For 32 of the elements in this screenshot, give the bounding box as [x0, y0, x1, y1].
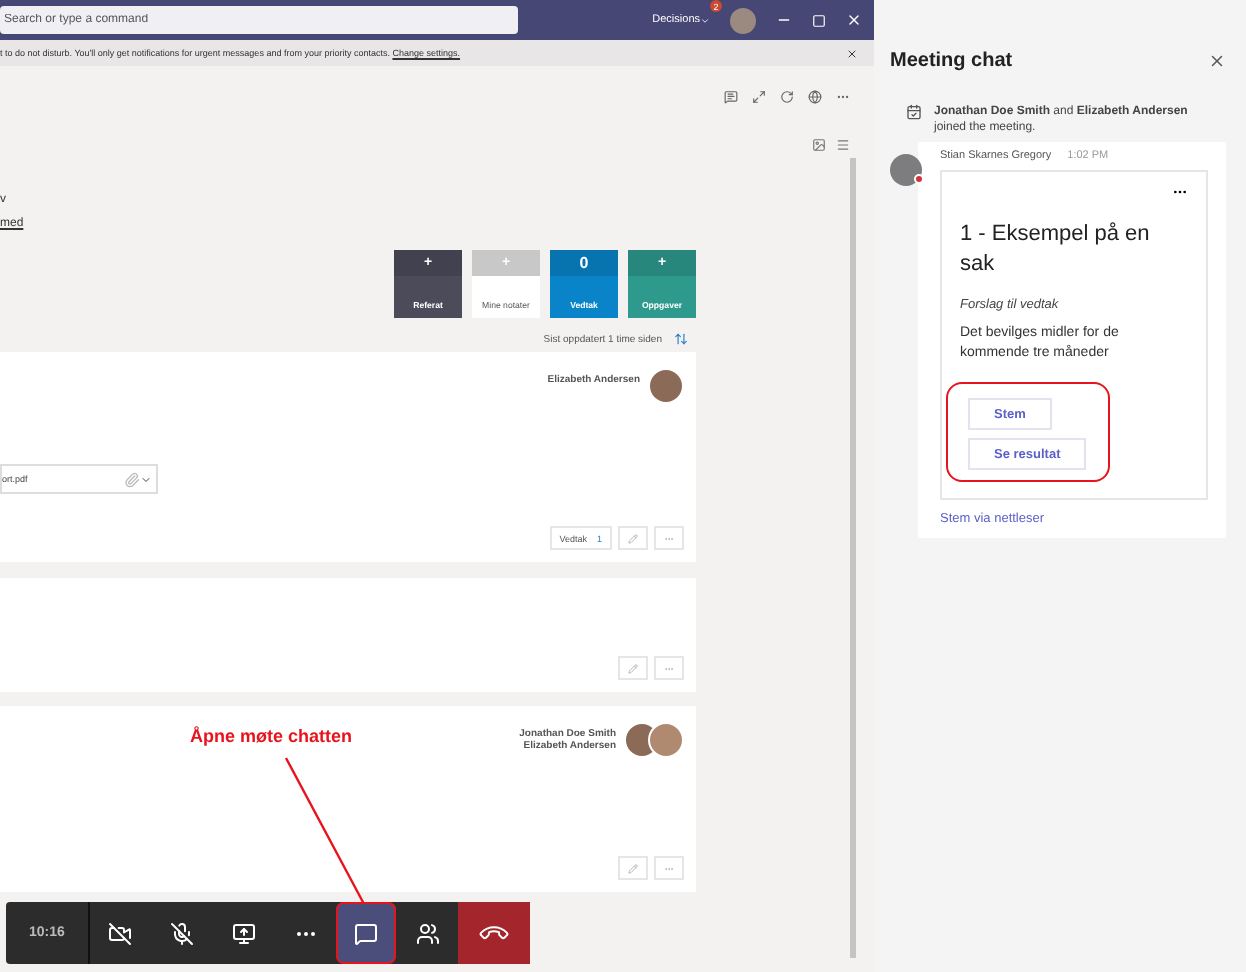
user-avatar[interactable]: [730, 7, 756, 33]
chevron-icon: [140, 473, 152, 485]
avatar: [648, 368, 684, 404]
hang-up-button[interactable]: [458, 902, 530, 964]
sender-avatar: [890, 153, 922, 186]
chat-icon: [354, 921, 379, 945]
pencil-icon: [628, 663, 638, 673]
share-icon: [232, 921, 257, 945]
globe-icon[interactable]: [808, 89, 822, 103]
sort-icon[interactable]: [674, 332, 688, 346]
close-icon[interactable]: [1208, 52, 1226, 70]
annotation-label: Åpne møte chatten: [190, 726, 353, 746]
mic-off-icon: [170, 921, 195, 945]
people-icon: [415, 921, 440, 945]
chat-title: Meeting chat: [890, 50, 1013, 72]
chevron-icon: [700, 15, 710, 25]
chat-button[interactable]: [336, 902, 397, 964]
close-icon[interactable]: [846, 47, 858, 59]
avatar: [648, 722, 684, 758]
card-title: 1 - Eksempel på en sak: [960, 219, 1152, 279]
expand-icon[interactable]: [752, 89, 766, 103]
image-icon[interactable]: [812, 138, 826, 152]
calendar-icon: [906, 104, 922, 120]
pencil-icon: [628, 863, 638, 873]
maximize-icon[interactable]: [812, 13, 826, 27]
camera-off-icon: [108, 921, 133, 945]
refresh-icon[interactable]: [780, 89, 794, 103]
scrollbar[interactable]: [850, 158, 856, 958]
chat-icon[interactable]: [724, 89, 738, 103]
menu-icon[interactable]: [836, 138, 850, 152]
pencil-icon: [628, 533, 638, 543]
paperclip-icon: [124, 471, 140, 487]
